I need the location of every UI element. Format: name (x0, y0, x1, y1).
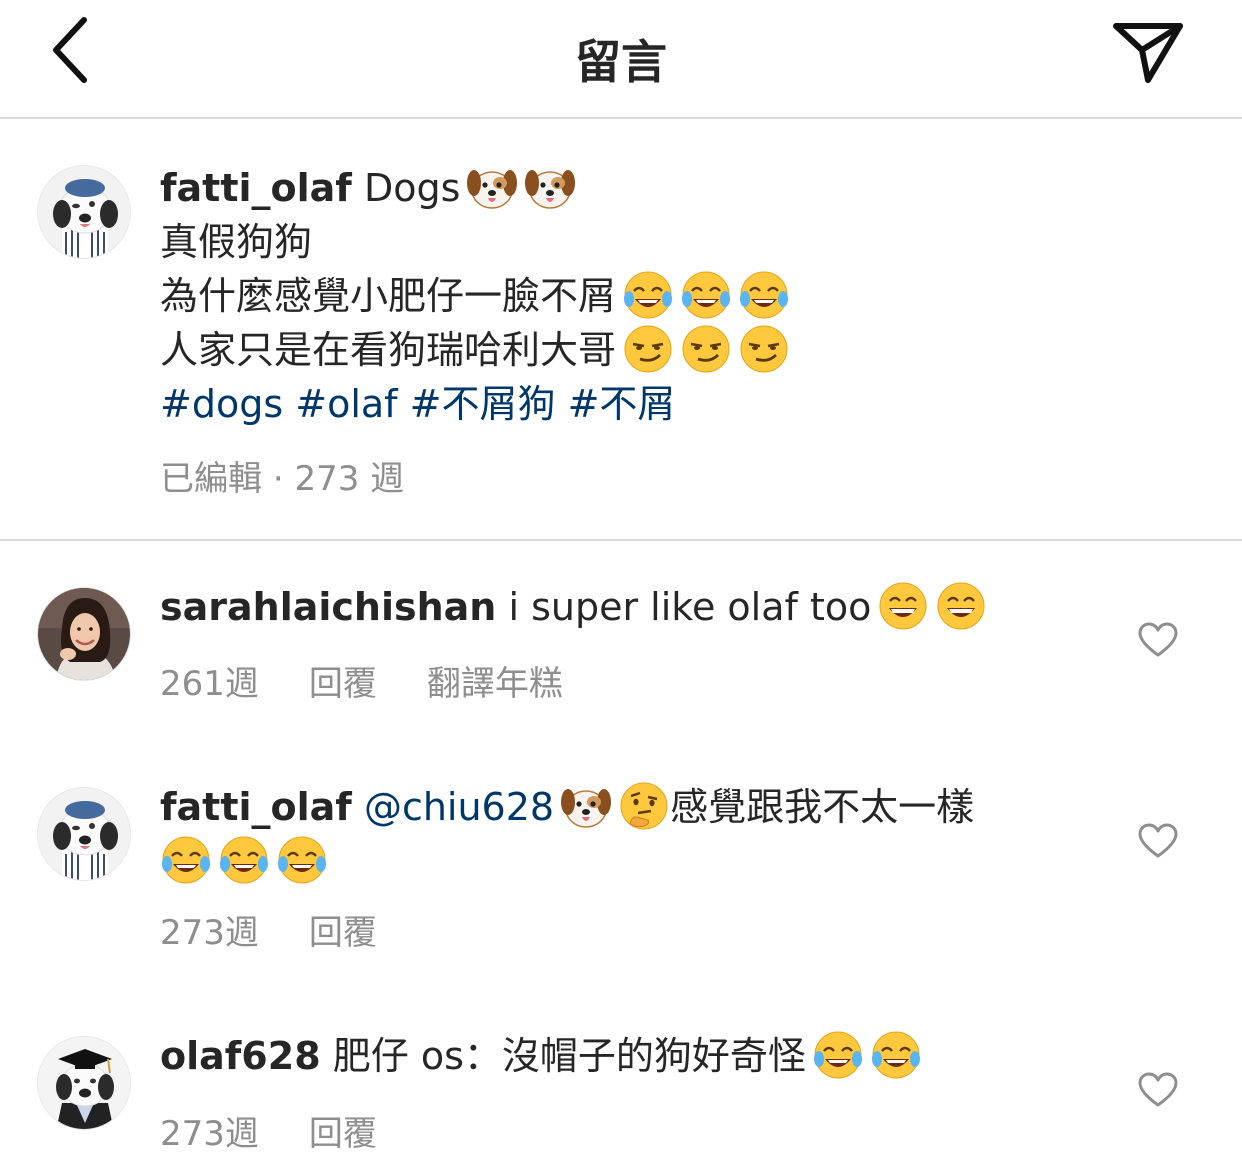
share-button[interactable] (1108, 18, 1186, 88)
smirk-emoji-icon (680, 323, 732, 375)
laughing-tears-emoji-icon (160, 834, 212, 886)
like-button[interactable] (1138, 622, 1178, 658)
comment-text: sarahlaichishan i super like olaf too (160, 580, 987, 634)
comment-username[interactable]: sarahlaichishan (160, 585, 496, 629)
paper-plane-icon (1113, 23, 1183, 83)
grinning-emoji-icon (877, 580, 929, 632)
comment-timestamp: 273週 (160, 1114, 259, 1154)
reply-button[interactable]: 回覆 (309, 656, 377, 705)
caption-meta: 已編輯 · 273 週 (160, 451, 404, 500)
page-title: 留言 (575, 35, 667, 89)
comment-meta: 261週 回覆 翻譯年糕 (160, 656, 563, 705)
caption-line-4: 人家只是在看狗瑞哈利大哥 (160, 323, 790, 377)
like-button[interactable] (1138, 823, 1178, 859)
comment-username[interactable]: fatti_olaf (160, 785, 352, 829)
heart-icon (1138, 823, 1178, 858)
caption-line-1: fatti_olaf Dogs (160, 161, 790, 215)
avatar[interactable] (37, 165, 131, 259)
reply-button[interactable]: 回覆 (309, 1106, 377, 1155)
laughing-tears-emoji-icon (870, 1029, 922, 1081)
laughing-tears-emoji-icon (680, 269, 732, 321)
laughing-tears-emoji-icon (738, 269, 790, 321)
edited-label: 已編輯 (160, 459, 262, 499)
hashtag-link[interactable]: #olaf (295, 382, 397, 426)
avatar[interactable] (37, 787, 131, 881)
laughing-tears-emoji-icon (218, 834, 270, 886)
caption-line-2: 真假狗狗 (160, 220, 313, 264)
comment-meta: 273週 回覆 (160, 1106, 377, 1155)
meta-separator: · (272, 459, 295, 499)
comment-body: i super like olaf too (508, 585, 872, 629)
smirk-emoji-icon (622, 323, 674, 375)
like-button[interactable] (1138, 1072, 1178, 1108)
comment-username[interactable]: olaf628 (160, 1034, 321, 1078)
heart-icon (1138, 1072, 1178, 1107)
caption-line-4-text: 人家只是在看狗瑞哈利大哥 (160, 328, 617, 372)
comment-text: olaf628 肥仔 os：沒帽子的狗好奇怪 (160, 1029, 922, 1083)
hashtag-link[interactable]: #dogs (160, 382, 283, 426)
laughing-tears-emoji-icon (812, 1029, 864, 1081)
avatar[interactable] (37, 587, 131, 681)
caption-timestamp: 273 週 (294, 459, 405, 499)
translate-button[interactable]: 翻譯年糕 (427, 656, 563, 705)
dog-face-emoji-icon (524, 161, 577, 213)
comment-body: 感覺跟我不太一樣 (670, 785, 975, 829)
caption-text-dogs: Dogs (363, 166, 461, 210)
grinning-emoji-icon (935, 580, 987, 632)
caption-hashtags: #dogs #olaf #不屑狗 #不屑 (160, 377, 790, 431)
comment-meta: 273週 回覆 (160, 905, 377, 954)
header-bar: 留言 (0, 0, 1242, 119)
smirk-emoji-icon (738, 323, 790, 375)
caption-username[interactable]: fatti_olaf (160, 166, 352, 210)
avatar[interactable] (37, 1036, 131, 1130)
reply-button[interactable]: 回覆 (309, 905, 377, 954)
comment-timestamp: 261週 (160, 664, 259, 704)
laughing-tears-emoji-icon (276, 834, 328, 886)
dog-face-emoji-icon (560, 780, 612, 832)
heart-icon (1138, 622, 1178, 657)
post-caption: fatti_olaf Dogs 真假狗狗 為什麼感覺小肥仔一臉不屑 人家只是在看… (0, 119, 1242, 541)
caption-text: fatti_olaf Dogs 真假狗狗 為什麼感覺小肥仔一臉不屑 人家只是在看… (160, 161, 790, 431)
hashtag-link[interactable]: #不屑狗 (410, 382, 556, 426)
comment-body: 肥仔 os：沒帽子的狗好奇怪 (332, 1034, 806, 1078)
laughing-tears-emoji-icon (622, 269, 674, 321)
mention-link[interactable]: @chiu628 (364, 785, 554, 829)
comment-text: fatti_olaf @chiu628 感覺跟我不太一樣 (160, 780, 1100, 888)
caption-line-3-text: 為什麼感覺小肥仔一臉不屑 (160, 274, 617, 318)
caption-line-3: 為什麼感覺小肥仔一臉不屑 (160, 269, 790, 323)
thinking-emoji-icon (618, 780, 670, 832)
hashtag-link[interactable]: #不屑 (568, 382, 676, 426)
comment-timestamp: 273週 (160, 913, 259, 953)
dog-face-emoji-icon (466, 161, 519, 213)
